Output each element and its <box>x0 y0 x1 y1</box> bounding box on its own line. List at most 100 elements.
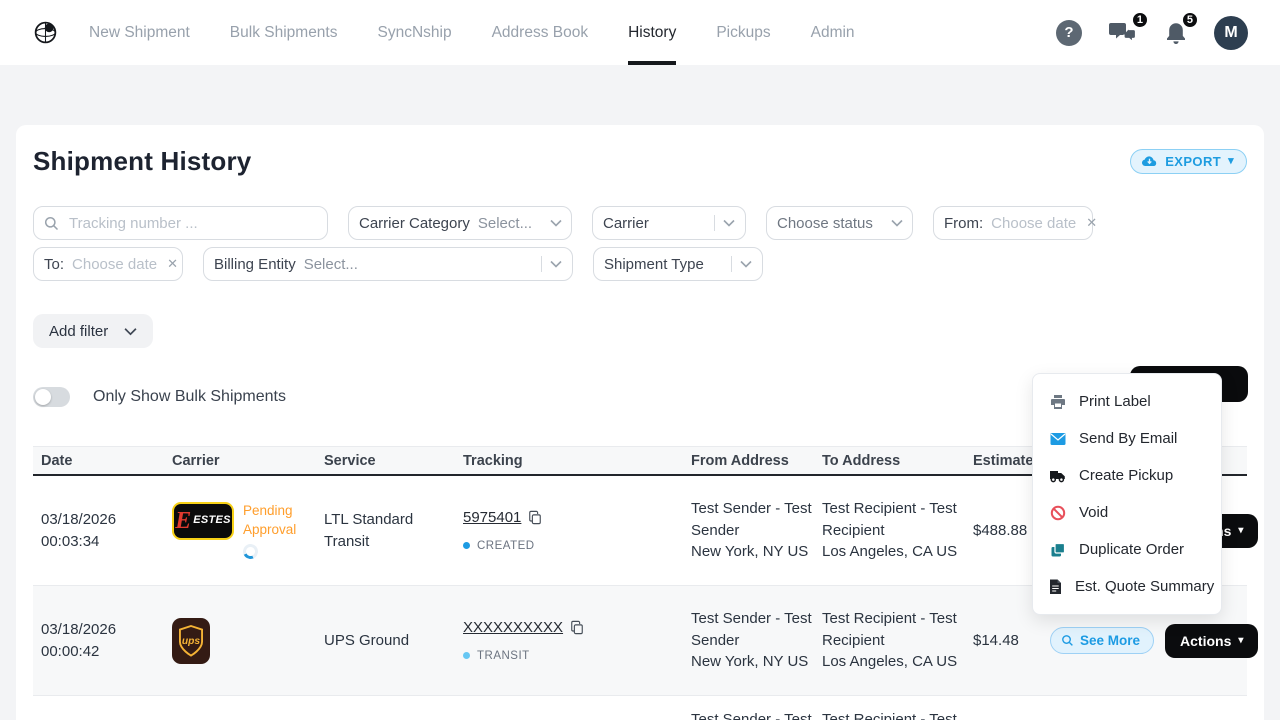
filters-bar: Carrier Category Select... Carrier Choos… <box>33 206 1247 281</box>
caret-down-icon: ▾ <box>1238 636 1243 646</box>
bulk-shipments-toggle[interactable] <box>33 387 70 407</box>
billing-entity-select[interactable]: Billing Entity Select... <box>203 247 573 281</box>
pending-approval-label: Pending Approval <box>243 502 315 538</box>
status-badge: CREATED <box>477 538 535 555</box>
from-address-location: New York, NY US <box>691 541 814 563</box>
to-address-location: Los Angeles, CA US <box>822 541 965 563</box>
col-header-to-address: To Address <box>814 453 965 469</box>
service-name: LTL Standard Transit <box>316 509 455 553</box>
caret-down-icon: ▾ <box>1228 156 1234 167</box>
chevron-down-icon <box>891 219 903 227</box>
menu-item-print-label[interactable]: Print Label <box>1033 383 1221 420</box>
primary-nav: New Shipment Bulk Shipments SyncNship Ad… <box>89 0 855 65</box>
tracking-number-input[interactable] <box>67 214 317 233</box>
messages-button[interactable]: 1 <box>1108 20 1138 46</box>
chevron-down-icon <box>124 327 137 336</box>
from-address-name: Test Sender - Test Sender <box>691 709 814 720</box>
from-address-name: Test Sender - Test Sender <box>691 498 814 542</box>
menu-item-send-by-email[interactable]: Send By Email <box>1033 420 1221 457</box>
shipment-type-select[interactable]: Shipment Type <box>593 247 763 281</box>
printer-icon <box>1049 394 1066 410</box>
status-select[interactable]: Choose status <box>766 206 913 240</box>
carrier-select[interactable]: Carrier <box>592 206 746 240</box>
svg-text:ups: ups <box>182 636 201 647</box>
page-title: Shipment History <box>33 146 251 177</box>
duplicate-icon <box>1049 542 1066 558</box>
nav-item-syncnship[interactable]: SyncNship <box>378 0 452 65</box>
col-header-tracking: Tracking <box>455 453 683 469</box>
user-avatar[interactable]: M <box>1214 16 1248 50</box>
col-header-carrier: Carrier <box>164 453 316 469</box>
service-name: UPS Ground <box>316 630 455 652</box>
notifications-button[interactable]: 5 <box>1164 20 1188 46</box>
chevron-down-icon <box>723 219 735 227</box>
shipment-date: 03/18/2026 <box>41 619 164 641</box>
actions-button[interactable]: Actions ▾ <box>1165 624 1258 658</box>
nav-item-admin[interactable]: Admin <box>811 0 855 65</box>
shipment-time: 00:00:42 <box>41 641 164 663</box>
export-button[interactable]: EXPORT ▾ <box>1130 149 1247 174</box>
app-logo[interactable] <box>32 0 59 65</box>
menu-item-est-quote-summary[interactable]: Est. Quote Summary <box>1033 568 1221 605</box>
estes-carrier-logo: E ESTES <box>172 502 234 540</box>
void-icon <box>1049 505 1066 521</box>
bulk-toggle-label: Only Show Bulk Shipments <box>93 388 286 406</box>
document-icon <box>1049 579 1062 595</box>
pickup-truck-icon <box>1049 468 1066 483</box>
tracking-number-filter[interactable] <box>33 206 328 240</box>
tracking-number-link[interactable]: XXXXXXXXXX <box>463 617 563 639</box>
shipment-date: 03/18/2026 <box>41 509 164 531</box>
date-to-filter[interactable]: To: Choose date ✕ <box>33 247 183 281</box>
nav-item-address-book[interactable]: Address Book <box>492 0 589 65</box>
help-icon[interactable]: ? <box>1056 20 1082 46</box>
envelope-icon <box>1049 432 1066 446</box>
cloud-download-icon <box>1141 154 1158 169</box>
from-address-location: New York, NY US <box>691 651 814 673</box>
globe-logo-icon <box>32 19 59 46</box>
loading-spinner <box>241 542 260 561</box>
col-header-service: Service <box>316 453 455 469</box>
estimated-cost: $488.88 <box>965 520 1037 542</box>
see-more-button[interactable]: See More <box>1050 627 1154 654</box>
tracking-number-link[interactable]: 5975401 <box>463 507 521 529</box>
menu-item-void[interactable]: Void <box>1033 494 1221 531</box>
shipment-time: 00:03:34 <box>41 531 164 553</box>
top-navigation: New Shipment Bulk Shipments SyncNship Ad… <box>0 0 1280 65</box>
estimated-cost: $14.48 <box>965 630 1037 652</box>
copy-icon[interactable] <box>570 620 584 635</box>
status-dot <box>463 542 470 549</box>
to-address-name: Test Recipient - Test Recipient <box>822 709 965 720</box>
magnifier-icon <box>1061 634 1074 647</box>
menu-item-duplicate-order[interactable]: Duplicate Order <box>1033 531 1221 568</box>
chevron-down-icon <box>550 219 562 227</box>
ups-carrier-logo: ups <box>172 618 210 664</box>
copy-icon[interactable] <box>528 510 542 525</box>
nav-item-history[interactable]: History <box>628 0 676 65</box>
notifications-badge: 5 <box>1181 11 1199 29</box>
messages-badge: 1 <box>1131 11 1149 29</box>
status-dot <box>463 652 470 659</box>
from-address-name: Test Sender - Test Sender <box>691 608 814 652</box>
col-header-estimated-cost: Estimated Cost <box>965 453 1037 469</box>
to-address-location: Los Angeles, CA US <box>822 651 965 673</box>
chevron-down-icon <box>550 260 562 268</box>
nav-item-new-shipment[interactable]: New Shipment <box>89 0 190 65</box>
clear-from-date-icon[interactable]: ✕ <box>1086 215 1097 231</box>
nav-right-icons: ? 1 5 M <box>1056 0 1248 65</box>
nav-item-pickups[interactable]: Pickups <box>716 0 770 65</box>
table-row: Test Sender - Test Sender Test Recipient… <box>33 696 1247 720</box>
to-address-name: Test Recipient - Test Recipient <box>822 498 965 542</box>
carrier-category-select[interactable]: Carrier Category Select... <box>348 206 572 240</box>
chevron-down-icon <box>740 260 752 268</box>
col-header-from-address: From Address <box>683 453 814 469</box>
status-badge: TRANSIT <box>477 648 530 665</box>
to-address-name: Test Recipient - Test Recipient <box>822 608 965 652</box>
actions-dropdown-menu: Print Label Send By Email Create Pickup … <box>1032 373 1222 615</box>
search-icon <box>44 216 59 231</box>
add-filter-button[interactable]: Add filter <box>33 314 153 348</box>
date-from-filter[interactable]: From: Choose date ✕ <box>933 206 1093 240</box>
caret-down-icon: ▾ <box>1238 526 1243 536</box>
nav-item-bulk-shipments[interactable]: Bulk Shipments <box>230 0 338 65</box>
menu-item-create-pickup[interactable]: Create Pickup <box>1033 457 1221 494</box>
clear-to-date-icon[interactable]: ✕ <box>167 256 178 272</box>
